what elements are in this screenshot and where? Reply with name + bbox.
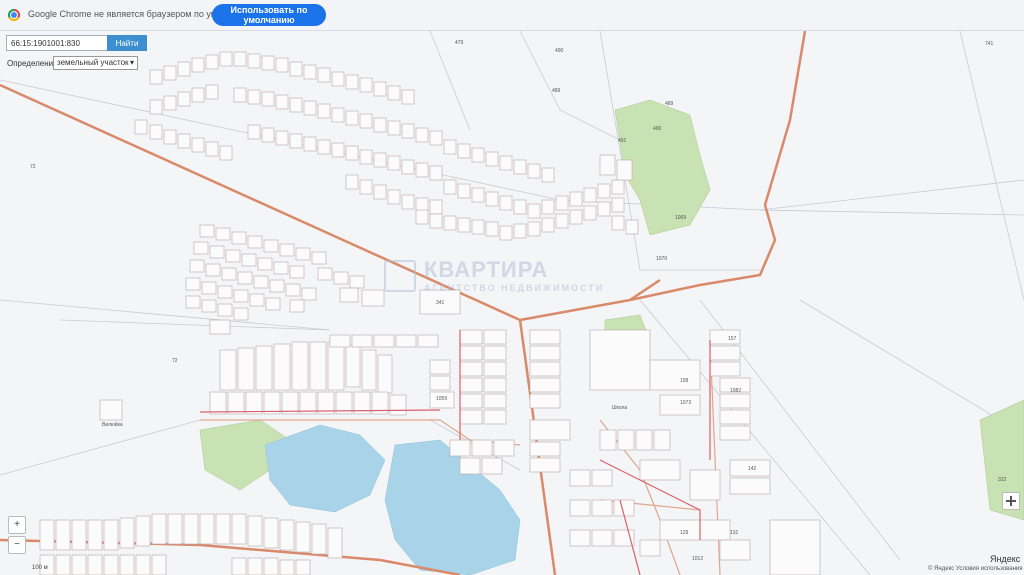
definition-select[interactable]: земельный участок ▾ — [53, 56, 138, 70]
plot-number-labels: 72 72 479 490 489 489 490 491 1069 1070 … — [30, 40, 1007, 562]
chrome-icon — [8, 9, 20, 21]
zoom-out-button[interactable]: − — [8, 536, 26, 554]
svg-text:Вилюйка: Вилюйка — [102, 421, 123, 428]
svg-text:341: 341 — [436, 300, 445, 306]
attribution-footer[interactable]: © Яндекс Условия использования — [928, 566, 1023, 572]
plots-west — [185, 224, 461, 335]
svg-text:158: 158 — [680, 378, 689, 384]
svg-text:1012: 1012 — [692, 556, 703, 562]
svg-text:741: 741 — [985, 41, 994, 47]
zoom-in-button[interactable]: + — [8, 516, 26, 534]
map-canvas: 72 72 479 490 489 489 490 491 1069 1070 … — [0, 31, 1024, 575]
cadastral-map[interactable]: 72 72 479 490 489 489 490 491 1069 1070 … — [0, 31, 1024, 575]
svg-text:1070: 1070 — [656, 256, 667, 262]
svg-text:489: 489 — [665, 101, 674, 107]
svg-text:490: 490 — [555, 48, 564, 54]
plots-north — [134, 51, 639, 241]
cadastral-search-input[interactable] — [6, 35, 114, 51]
crosshair-icon[interactable] — [1002, 492, 1020, 510]
svg-text:1073: 1073 — [680, 400, 691, 406]
svg-text:157: 157 — [728, 336, 737, 342]
plots-east — [569, 154, 821, 575]
house-logo-icon — [384, 260, 416, 292]
svg-text:72: 72 — [172, 358, 178, 364]
svg-text:322: 322 — [998, 477, 1007, 483]
watermark-title: КВАРТИРА — [424, 257, 549, 282]
yandex-logo: Яндекс — [990, 554, 1021, 564]
svg-text:479: 479 — [455, 40, 464, 46]
definition-label: Определение — [7, 59, 58, 68]
search-button[interactable]: Найти — [107, 35, 147, 51]
svg-text:489: 489 — [552, 88, 561, 94]
svg-text:142: 142 — [748, 466, 757, 472]
svg-text:Школа: Школа — [612, 405, 627, 411]
svg-text:1069: 1069 — [675, 215, 686, 221]
svg-text:1082: 1082 — [730, 388, 741, 394]
svg-text:490: 490 — [653, 126, 662, 132]
browser-default-banner: Google Chrome не является браузером по у… — [0, 0, 1024, 31]
scale-label: 100 м — [32, 565, 48, 571]
definition-selected-value: земельный участок — [57, 58, 129, 67]
svg-text:1059: 1059 — [436, 396, 447, 402]
watermark-subtitle: АГЕНТСТВО НЕДВИЖИМОСТИ — [424, 283, 605, 293]
svg-text:491: 491 — [618, 138, 627, 144]
chevron-down-icon: ▾ — [129, 58, 134, 67]
set-default-button[interactable]: Использовать по умолчанию — [212, 4, 326, 26]
svg-text:131: 131 — [730, 530, 739, 536]
svg-text:129: 129 — [680, 530, 689, 536]
svg-text:72: 72 — [30, 164, 36, 170]
